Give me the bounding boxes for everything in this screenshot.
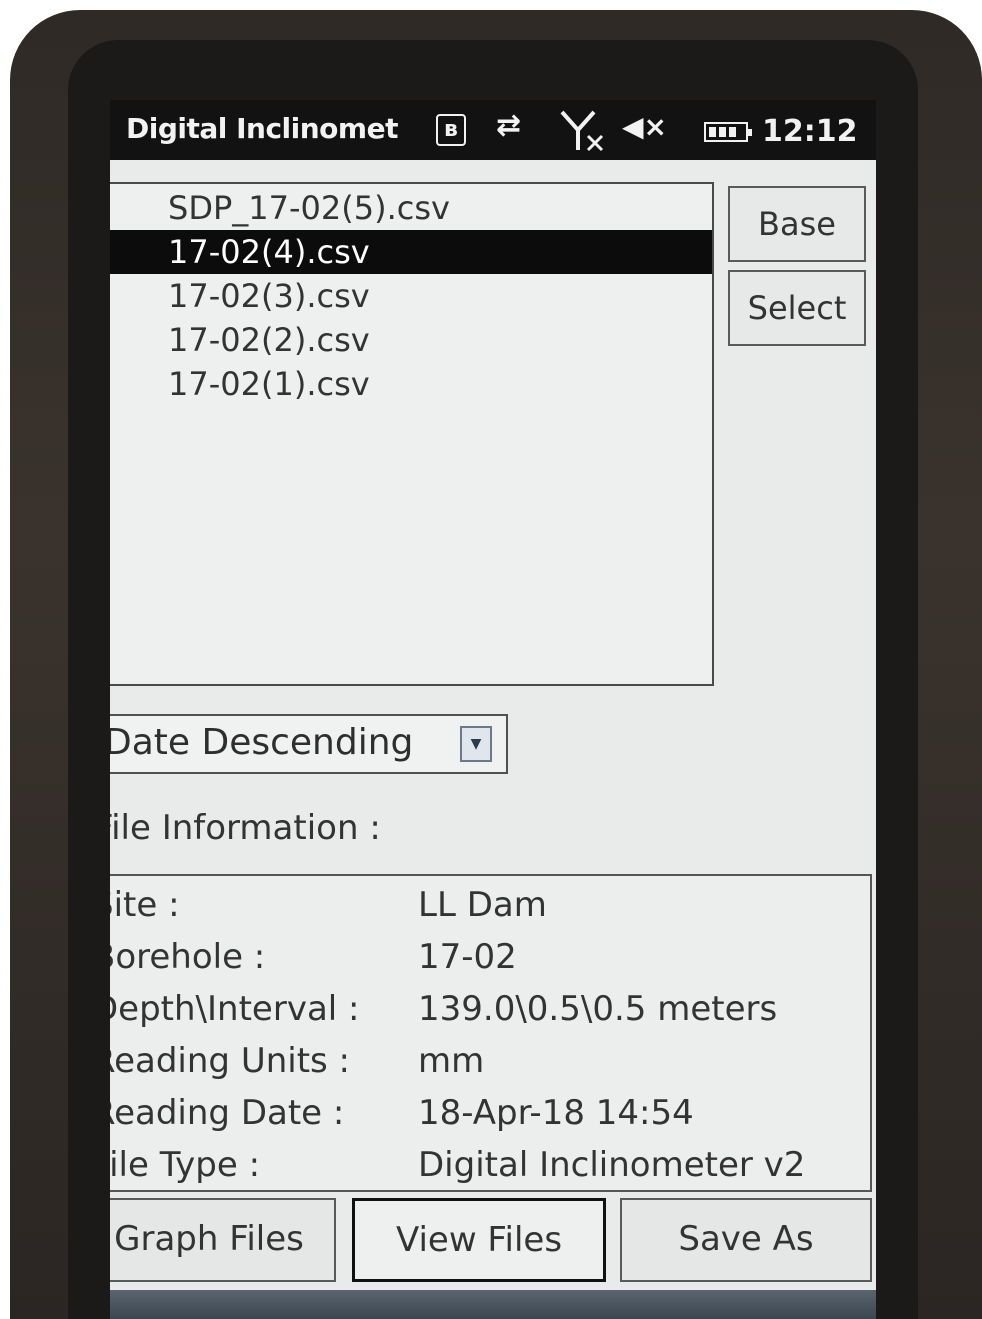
clock[interactable]: 12:12 <box>762 114 858 149</box>
file-list-item[interactable]: 17-02(2).csv <box>110 318 712 362</box>
info-value: 139.0\0.5\0.5 meters <box>418 989 778 1029</box>
info-row-reading-date: Reading Date : 18-Apr-18 14:54 <box>110 1086 862 1140</box>
info-row-borehole: Borehole : 17-02 <box>110 930 862 984</box>
file-information-panel: Site : LL Dam Borehole : 17-02 Depth\Int… <box>110 874 872 1192</box>
info-value: mm <box>418 1041 485 1081</box>
info-label: Depth\Interval : <box>110 989 360 1029</box>
file-information-heading: File Information : <box>110 808 381 848</box>
file-list-item[interactable]: SDP_17-02(5).csv <box>110 186 712 230</box>
sync-icon[interactable]: ⇄ <box>496 108 521 143</box>
file-list[interactable]: SDP_17-02(5).csv 17-02(4).csv 17-02(3).c… <box>110 182 714 686</box>
info-label: Site : <box>110 885 180 925</box>
battery-icon[interactable] <box>704 122 752 142</box>
file-list-item[interactable]: 17-02(1).csv <box>110 362 712 406</box>
base-button[interactable]: Base <box>728 186 866 262</box>
info-row-reading-units: Reading Units : mm <box>110 1034 862 1088</box>
status-bar: Digital Inclinomet ʙ ⇄ ◀× 12:12 <box>110 100 876 160</box>
no-signal-icon[interactable] <box>558 108 608 156</box>
file-list-item[interactable]: 17-02(3).csv <box>110 274 712 318</box>
info-label: Reading Units : <box>110 1041 351 1081</box>
bluetooth-icon[interactable]: ʙ <box>436 114 466 146</box>
app-title: Digital Inclinomet <box>126 112 398 145</box>
info-row-site: Site : LL Dam <box>110 878 862 932</box>
sort-order-dropdown[interactable]: Date Descending ▼ <box>110 714 508 774</box>
graph-files-button[interactable]: Graph Files <box>110 1198 336 1282</box>
info-label: Borehole : <box>110 937 266 977</box>
info-value: 18-Apr-18 14:54 <box>418 1093 694 1133</box>
device-screen: Digital Inclinomet ʙ ⇄ ◀× 12:12 SDP_17-0… <box>110 100 876 1319</box>
soft-key-bar <box>110 1290 876 1319</box>
dropdown-arrow-icon[interactable]: ▼ <box>460 726 492 762</box>
info-row-file-type: File Type : Digital Inclinometer v2 <box>110 1138 862 1192</box>
file-list-item-selected[interactable]: 17-02(4).csv <box>110 230 712 274</box>
info-row-depth-interval: Depth\Interval : 139.0\0.5\0.5 meters <box>110 982 862 1036</box>
select-button[interactable]: Select <box>728 270 866 346</box>
sort-order-value: Date Descending <box>110 722 414 763</box>
info-value: LL Dam <box>418 885 547 925</box>
volume-muted-icon[interactable]: ◀× <box>622 110 667 143</box>
view-files-button[interactable]: View Files <box>352 1198 606 1282</box>
info-value: 17-02 <box>418 937 517 977</box>
info-label: File Type : <box>110 1145 261 1185</box>
save-as-button[interactable]: Save As <box>620 1198 872 1282</box>
info-label: Reading Date : <box>110 1093 345 1133</box>
info-value: Digital Inclinometer v2 <box>418 1145 806 1185</box>
